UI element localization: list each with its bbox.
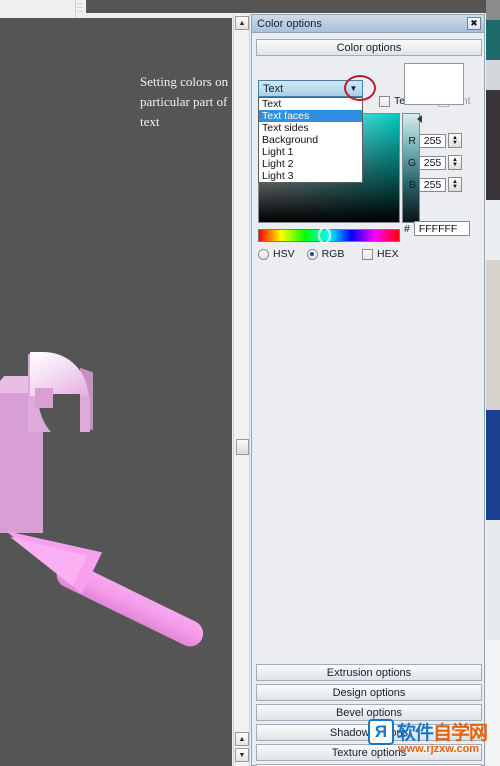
channel-label-r: R [408, 134, 416, 147]
color-options-header-button[interactable]: Color options [256, 39, 482, 56]
channel-row-r: R 255 ▲ ▼ [404, 133, 462, 148]
hue-marker-icon [318, 227, 331, 244]
rgb-radio[interactable] [306, 248, 318, 260]
color-options-panel: Color options ✖ Color options Text ▼ Tex… [251, 14, 485, 766]
channel-input-g[interactable]: 255 [419, 155, 446, 170]
color-preview-swatch[interactable] [404, 63, 464, 105]
canvas-vertical-scrollbar[interactable]: ▲ ▲ ▼ [233, 14, 250, 766]
app-top-strip [0, 0, 486, 26]
close-icon[interactable]: ✖ [467, 17, 481, 30]
section-texture-options[interactable]: Texture options [256, 744, 482, 761]
channel-spinner-b[interactable]: ▲ ▼ [448, 177, 462, 192]
section-shadow-options[interactable]: Shadow options [256, 724, 482, 741]
hex-checkbox[interactable] [362, 248, 373, 260]
dropdown-option-text-faces[interactable]: Text faces [259, 110, 362, 122]
channel-row-g: G 255 ▲ ▼ [404, 155, 462, 170]
texture-checkbox[interactable] [379, 95, 390, 107]
canvas-caption: Setting colors on particular part of tex… [140, 74, 229, 129]
panel-title-bar[interactable]: Color options ✖ [252, 15, 484, 33]
hex-row: # FFFFFF [404, 221, 470, 236]
scroll-thumb[interactable] [236, 439, 249, 455]
color-target-dropdown-list[interactable]: Text Text faces Text sides Background Li… [258, 97, 363, 183]
hex-prefix-label: # [404, 222, 410, 235]
dropdown-option-light-2[interactable]: Light 2 [259, 158, 362, 170]
channel-spinner-g[interactable]: ▲ ▼ [448, 155, 462, 170]
scroll-page-up-button[interactable]: ▲ [235, 732, 249, 746]
channel-label-g: G [407, 156, 416, 169]
hex-mode-row: HEX [362, 248, 409, 260]
host-app-window: Setting colors on particular part of tex… [0, 0, 486, 766]
channel-label-b: B [408, 178, 416, 191]
color-mode-row: HSV RGB [258, 248, 356, 260]
app-top-dark-band [86, 0, 486, 13]
color-target-value: Text [263, 82, 284, 95]
pointer-arrow-3d-object [0, 510, 226, 656]
dropdown-option-text-sides[interactable]: Text sides [259, 122, 362, 134]
dropdown-option-background[interactable]: Background [259, 134, 362, 146]
dropdown-option-light-1[interactable]: Light 1 [259, 146, 362, 158]
channel-spinner-r[interactable]: ▲ ▼ [448, 133, 462, 148]
rgb-label: RGB [321, 248, 345, 260]
section-extrusion-options[interactable]: Extrusion options [256, 664, 482, 681]
panel-body: Color options Text ▼ Texture Tint [252, 33, 484, 766]
preview-canvas[interactable]: Setting colors on particular part of tex… [0, 18, 232, 766]
screen-root: Setting colors on particular part of tex… [0, 0, 500, 766]
hsv-radio[interactable] [258, 248, 269, 260]
channel-row-b: B 255 ▲ ▼ [404, 177, 462, 192]
channel-input-r[interactable]: 255 [419, 133, 446, 148]
hsv-label: HSV [273, 248, 295, 260]
annotation-ellipse [344, 75, 376, 101]
scroll-down-button[interactable]: ▼ [235, 748, 249, 762]
channel-input-b[interactable]: 255 [419, 177, 446, 192]
dropdown-option-light-3[interactable]: Light 3 [259, 170, 362, 182]
hex-checkbox-label: HEX [377, 248, 399, 260]
section-bevel-options[interactable]: Bevel options [256, 704, 482, 721]
scroll-up-button[interactable]: ▲ [235, 16, 249, 30]
dropdown-option-text[interactable]: Text [259, 98, 362, 110]
value-slider-marker-icon [417, 115, 422, 123]
panel-title-text: Color options [257, 17, 322, 30]
section-design-options[interactable]: Design options [256, 684, 482, 701]
hex-input[interactable]: FFFFFF [413, 221, 470, 236]
